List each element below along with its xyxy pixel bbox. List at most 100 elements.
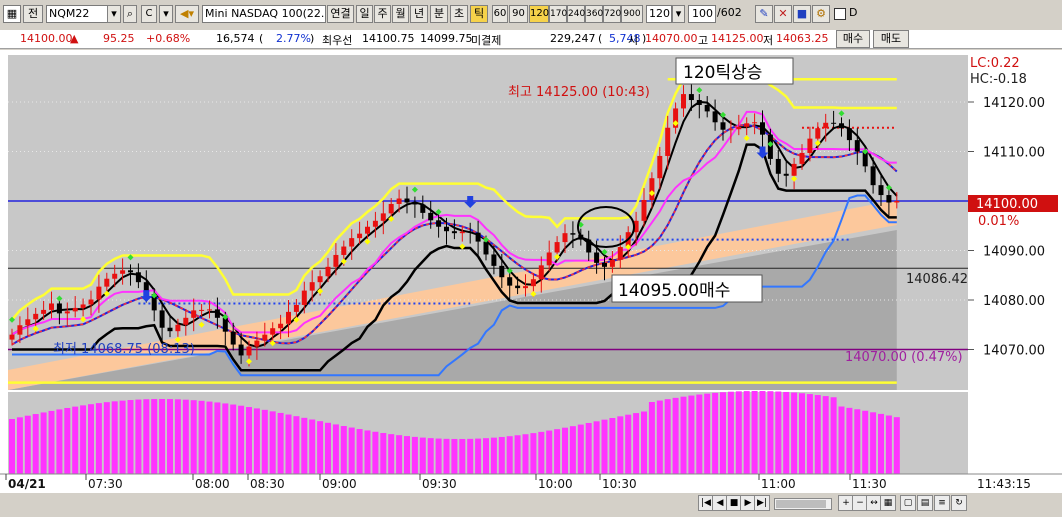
volume-bar <box>253 408 260 474</box>
candle-body <box>230 331 236 345</box>
tick-240[interactable]: 240 <box>567 5 585 23</box>
candle-body <box>657 155 663 179</box>
chevron-down-icon[interactable]: ▾ <box>672 5 685 23</box>
volume-bar <box>277 412 284 474</box>
split-icon[interactable]: ▦ <box>880 495 896 511</box>
candle-body <box>704 104 710 112</box>
save-icon[interactable]: ■ <box>793 5 811 23</box>
gear-icon[interactable]: ⚙ <box>812 5 830 23</box>
tick-360[interactable]: 360 <box>585 5 603 23</box>
volume-bar <box>696 394 703 474</box>
refresh-icon[interactable]: ↻ <box>951 495 967 511</box>
x-tick-label: 11:00 <box>761 477 796 491</box>
tools-icon[interactable]: ✎ <box>755 5 773 23</box>
candle-body <box>25 319 31 326</box>
tick-120[interactable]: 120 <box>529 5 549 23</box>
tick-170[interactable]: 170 <box>549 5 567 23</box>
volume-bar <box>767 391 774 474</box>
high-annotation: 최고 14125.00 (10:43) <box>508 85 650 100</box>
sell-button[interactable]: 매도 <box>873 30 909 48</box>
open-interest-label: 미결제 <box>471 34 502 47</box>
x-tick-label: 09:30 <box>422 477 457 491</box>
candle-body <box>752 122 758 124</box>
volume-bar <box>593 421 600 474</box>
volume-bar <box>190 400 197 474</box>
volume-bar <box>475 438 482 474</box>
d-checkbox[interactable] <box>834 8 846 20</box>
period-day[interactable]: 일 <box>356 5 373 23</box>
count-input[interactable]: 100 <box>688 5 716 23</box>
volume-bar <box>467 438 474 474</box>
compare-icon[interactable]: C <box>141 5 157 23</box>
candle-body <box>9 334 15 340</box>
volume-bar <box>285 414 292 474</box>
speaker-icon[interactable]: ◀▾ <box>175 5 199 23</box>
open-interest: 229,247 <box>550 32 596 45</box>
volume-bar <box>443 438 450 474</box>
list-icon[interactable]: ≡ <box>934 495 950 511</box>
volume-bar <box>522 434 529 474</box>
candle-body <box>530 279 536 287</box>
volume-bar <box>577 424 584 474</box>
volume-bar <box>119 400 126 474</box>
price-chart[interactable]: 14120.00 14110.00 14100.00 14090.00 14080.00… <box>0 50 1062 493</box>
period-second[interactable]: 초 <box>450 5 468 23</box>
d-checkbox-label: D <box>849 6 858 19</box>
period-tick[interactable]: 틱 <box>470 5 488 23</box>
volume-bar <box>332 424 339 474</box>
scrollbar[interactable] <box>774 498 832 510</box>
hc-label: HC:-0.18 <box>970 72 1027 87</box>
period-minute[interactable]: 분 <box>430 5 448 23</box>
chevron-down-icon[interactable]: ▾ <box>107 5 121 23</box>
candle-body <box>467 231 473 233</box>
current-pct-tag: 0.01% <box>978 214 1019 229</box>
candle-body <box>688 94 694 101</box>
period-week[interactable]: 주 <box>374 5 391 23</box>
tick-720[interactable]: 720 <box>603 5 621 23</box>
volume-bar <box>364 430 371 474</box>
candle-body <box>523 286 528 289</box>
chevron-down-icon[interactable]: ▾ <box>159 5 173 23</box>
y-tick-label: 14080.00 <box>983 294 1045 309</box>
scrollbar-thumb[interactable] <box>776 500 826 508</box>
candle-body <box>175 324 181 332</box>
volume-bar <box>222 403 229 474</box>
volume-bar <box>483 438 489 474</box>
forward-icon[interactable]: ▶| <box>754 495 770 511</box>
link-button[interactable]: 연결 <box>327 5 354 23</box>
low-label: 저 <box>763 34 774 47</box>
bars-icon[interactable]: ▤ <box>917 495 933 511</box>
volume-bar <box>862 410 869 474</box>
volume-bar <box>32 414 39 474</box>
candle-body <box>222 317 228 332</box>
volume-bar <box>182 399 189 474</box>
tick-60[interactable]: 60 <box>492 5 508 23</box>
candle-body <box>333 254 339 267</box>
interval-input[interactable]: 120 <box>646 5 672 23</box>
candle-body <box>475 232 481 242</box>
candle-body <box>96 286 102 300</box>
chart-area[interactable]: 14120.00 14110.00 14100.00 14090.00 14080.00… <box>0 50 1062 493</box>
grid-icon[interactable]: ▦ <box>3 5 21 23</box>
tick-90[interactable]: 90 <box>509 5 528 23</box>
buy-button[interactable]: 매수 <box>836 30 870 48</box>
volume-bar <box>396 435 403 474</box>
volume-bar <box>514 435 521 474</box>
candle-body <box>491 254 497 266</box>
jeon-button[interactable]: 전 <box>23 5 43 23</box>
candle-body <box>807 138 813 153</box>
indicator-icon[interactable]: ✕ <box>774 5 792 23</box>
candle-body <box>309 282 315 291</box>
layout-icon[interactable]: ▢ <box>900 495 916 511</box>
tick-900[interactable]: 900 <box>621 5 643 23</box>
period-year[interactable]: 년 <box>410 5 428 23</box>
candle-body <box>167 327 173 332</box>
code-input[interactable]: NQM22 <box>46 5 108 23</box>
vol-paren-open: ( <box>259 32 264 45</box>
volume-bar <box>103 402 110 474</box>
candle-body <box>451 231 457 234</box>
candle-body <box>681 94 686 109</box>
quote-info-bar: 14100.00 ▲ 95.25 +0.68% 16,574 ( 2.77% )… <box>0 30 1062 49</box>
period-month[interactable]: 월 <box>392 5 409 23</box>
search-icon[interactable]: ⌕ <box>123 5 137 23</box>
